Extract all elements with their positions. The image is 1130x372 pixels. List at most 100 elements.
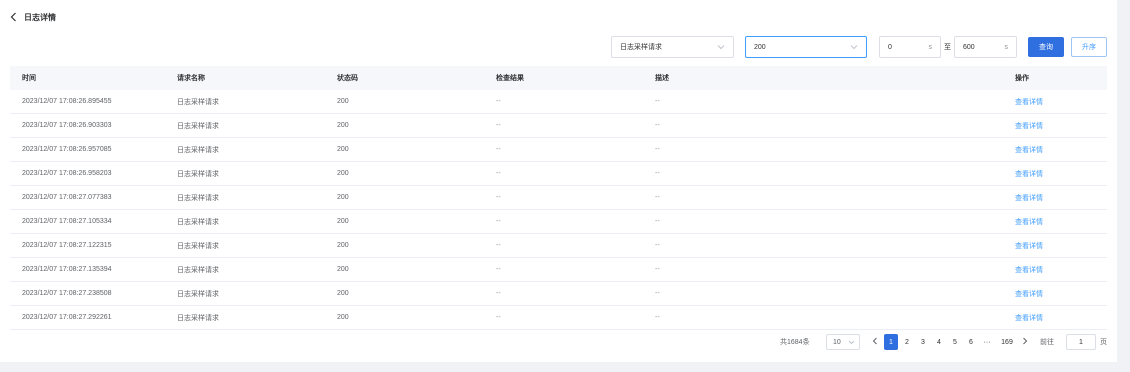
goto-label: 前往	[1040, 339, 1054, 346]
cell-name: 日志采样请求	[177, 170, 219, 178]
cell-code: 200	[337, 170, 349, 177]
page-number-2[interactable]: 2	[900, 334, 914, 350]
cell-check: --	[496, 218, 501, 225]
chevron-down-icon	[717, 43, 725, 51]
chevron-left-icon	[872, 337, 878, 347]
cell-desc: --	[655, 242, 660, 249]
view-detail-link[interactable]: 查看详情	[1015, 169, 1043, 179]
cell-desc: --	[655, 122, 660, 129]
table-row: 2023/12/07 17:08:27.122315 日志采样请求 200 --…	[10, 234, 1107, 258]
cell-code: 200	[337, 266, 349, 273]
log-table: 时间 请求名称 状态码 检查结果 描述 操作 2023/12/07 17:08:…	[10, 66, 1107, 330]
page-number-3[interactable]: 3	[916, 334, 930, 350]
column-header-desc: 描述	[655, 75, 669, 82]
table-header: 时间 请求名称 状态码 检查结果 描述 操作	[10, 66, 1107, 90]
cell-time: 2023/12/07 17:08:27.105334	[22, 218, 112, 225]
cell-check: --	[496, 290, 501, 297]
request-type-select[interactable]: 日志采样请求	[611, 36, 734, 58]
pagination: 共1684条 10 1 2 3 4 5 6 ··· 169 前往 1 页	[780, 334, 1110, 350]
next-page-button[interactable]	[1018, 334, 1032, 350]
page-number-1[interactable]: 1	[884, 334, 898, 350]
cell-desc: --	[655, 146, 660, 153]
cell-time: 2023/12/07 17:08:27.292261	[22, 314, 112, 321]
cell-code: 200	[337, 194, 349, 201]
cell-code: 200	[337, 146, 349, 153]
cell-code: 200	[337, 218, 349, 225]
cell-time: 2023/12/07 17:08:27.077383	[22, 194, 112, 201]
cell-check: --	[496, 122, 501, 129]
view-detail-link[interactable]: 查看详情	[1015, 193, 1043, 203]
cell-check: --	[496, 266, 501, 273]
log-detail-card: 日志详情 日志采样请求 200 0 s 至 600 s 查询 升序 时间 请求名…	[0, 0, 1117, 362]
query-button[interactable]: 查询	[1028, 37, 1064, 57]
min-duration-input[interactable]: 0 s	[879, 36, 941, 58]
table-row: 2023/12/07 17:08:27.077383 日志采样请求 200 --…	[10, 186, 1107, 210]
view-detail-link[interactable]: 查看详情	[1015, 265, 1043, 275]
max-duration-unit: s	[1004, 43, 1009, 51]
sort-ascending-button[interactable]: 升序	[1071, 37, 1107, 57]
page-header: 日志详情	[10, 11, 56, 23]
page-number-last[interactable]: 169	[998, 334, 1016, 350]
cell-code: 200	[337, 290, 349, 297]
table-row: 2023/12/07 17:08:26.958203 日志采样请求 200 --…	[10, 162, 1107, 186]
page-size-select[interactable]: 10	[826, 334, 860, 350]
status-code-select[interactable]: 200	[745, 36, 867, 58]
table-row: 2023/12/07 17:08:26.895455 日志采样请求 200 --…	[10, 90, 1107, 114]
page-title: 日志详情	[24, 12, 56, 22]
page-number-5[interactable]: 5	[948, 334, 962, 350]
chevron-down-icon	[850, 43, 858, 51]
cell-desc: --	[655, 194, 660, 201]
page-number-4[interactable]: 4	[932, 334, 946, 350]
cell-check: --	[496, 170, 501, 177]
cell-desc: --	[655, 290, 660, 297]
cell-name: 日志采样请求	[177, 218, 219, 226]
column-header-name: 请求名称	[177, 75, 205, 82]
table-row: 2023/12/07 17:08:26.957085 日志采样请求 200 --…	[10, 138, 1107, 162]
min-duration-value: 0	[888, 43, 892, 51]
page-number-6[interactable]: 6	[964, 334, 978, 350]
cell-desc: --	[655, 314, 660, 321]
chevron-left-icon[interactable]	[10, 11, 18, 23]
prev-page-button[interactable]	[868, 334, 882, 350]
view-detail-link[interactable]: 查看详情	[1015, 145, 1043, 155]
cell-time: 2023/12/07 17:08:26.895455	[22, 98, 112, 105]
cell-name: 日志采样请求	[177, 314, 219, 322]
cell-code: 200	[337, 122, 349, 129]
view-detail-link[interactable]: 查看详情	[1015, 313, 1043, 323]
cell-desc: --	[655, 266, 660, 273]
cell-name: 日志采样请求	[177, 146, 219, 154]
cell-time: 2023/12/07 17:08:26.957085	[22, 146, 112, 153]
cell-code: 200	[337, 98, 349, 105]
view-detail-link[interactable]: 查看详情	[1015, 121, 1043, 131]
table-row: 2023/12/07 17:08:27.238508 日志采样请求 200 --…	[10, 282, 1107, 306]
chevron-down-icon	[848, 339, 855, 346]
cell-name: 日志采样请求	[177, 266, 219, 274]
max-duration-value: 600	[963, 43, 975, 51]
view-detail-link[interactable]: 查看详情	[1015, 97, 1043, 107]
view-detail-link[interactable]: 查看详情	[1015, 217, 1043, 227]
view-detail-link[interactable]: 查看详情	[1015, 289, 1043, 299]
cell-desc: --	[655, 98, 660, 105]
cell-check: --	[496, 242, 501, 249]
cell-time: 2023/12/07 17:08:26.958203	[22, 170, 112, 177]
cell-time: 2023/12/07 17:08:26.903303	[22, 122, 112, 129]
cell-time: 2023/12/07 17:08:27.122315	[22, 242, 112, 249]
cell-check: --	[496, 98, 501, 105]
cell-time: 2023/12/07 17:08:27.238508	[22, 290, 112, 297]
range-separator: 至	[944, 44, 951, 51]
cell-code: 200	[337, 242, 349, 249]
table-row: 2023/12/07 17:08:27.105334 日志采样请求 200 --…	[10, 210, 1107, 234]
cell-name: 日志采样请求	[177, 98, 219, 106]
table-row: 2023/12/07 17:08:26.903303 日志采样请求 200 --…	[10, 114, 1107, 138]
goto-page-input[interactable]: 1	[1066, 334, 1096, 350]
cell-check: --	[496, 314, 501, 321]
min-duration-unit: s	[928, 43, 933, 51]
table-row: 2023/12/07 17:08:27.135394 日志采样请求 200 --…	[10, 258, 1107, 282]
column-header-time: 时间	[22, 75, 36, 82]
page-scrollbar[interactable]	[1117, 0, 1130, 372]
more-pages-ellipsis[interactable]: ···	[980, 334, 994, 350]
cell-desc: --	[655, 170, 660, 177]
view-detail-link[interactable]: 查看详情	[1015, 241, 1043, 251]
max-duration-input[interactable]: 600 s	[954, 36, 1017, 58]
status-code-value: 200	[754, 43, 766, 51]
